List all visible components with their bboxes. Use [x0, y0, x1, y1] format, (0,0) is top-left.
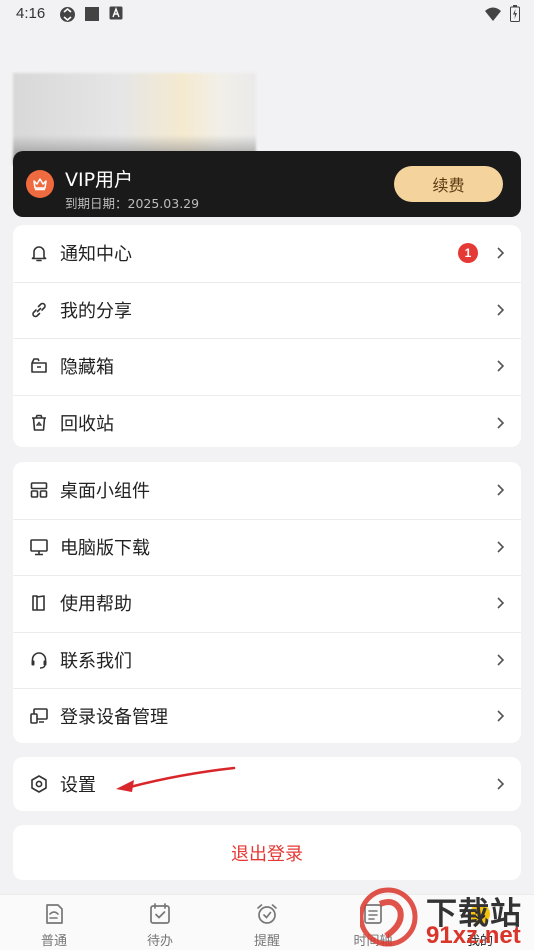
- link-icon: [32, 302, 46, 318]
- todo-icon: [150, 903, 170, 924]
- notification-count-badge: 1: [458, 243, 478, 264]
- tab-reminder[interactable]: 提醒: [237, 901, 297, 949]
- menu-item-help[interactable]: 使用帮助: [13, 575, 521, 632]
- annotation-arrow-icon: [116, 766, 236, 792]
- vip-card: VIP用户 到期日期：2025.03.29 续费: [13, 151, 521, 217]
- watermark: 下载站 91xz.net: [360, 884, 532, 950]
- hidden-box-icon: [31, 358, 47, 374]
- keyboard-a-icon: [109, 6, 123, 20]
- bell-icon: [31, 246, 47, 262]
- settings-icon: [31, 775, 47, 793]
- menu-item-my-shares[interactable]: 我的分享: [13, 281, 521, 339]
- tab-label: 提醒: [253, 934, 280, 949]
- chevron-right-icon: [497, 597, 505, 609]
- chevron-right-icon: [497, 417, 505, 429]
- tab-label: 待办: [146, 934, 173, 949]
- crown-icon: [26, 170, 54, 198]
- chevron-right-icon: [497, 541, 505, 553]
- widget-icon: [30, 482, 48, 499]
- menu-item-label: 桌面小组件: [60, 481, 150, 503]
- sync-icon: [60, 7, 75, 22]
- menu-item-notification-center[interactable]: 通知中心 1: [13, 225, 521, 282]
- logout-button[interactable]: 退出登录: [13, 825, 521, 880]
- logout-label: 退出登录: [231, 843, 303, 865]
- tab-label: 普通: [40, 934, 67, 949]
- menu-item-settings[interactable]: 设置: [13, 757, 521, 811]
- vip-expiry-date: 到期日期：2025.03.29: [65, 196, 200, 211]
- menu-item-label: 登录设备管理: [60, 707, 168, 729]
- renew-button[interactable]: 续费: [394, 166, 503, 202]
- alarm-icon: [257, 904, 277, 924]
- chevron-right-icon: [497, 484, 505, 496]
- status-bar: 4:16: [0, 0, 534, 30]
- note-icon: [46, 904, 63, 924]
- menu-item-label: 隐藏箱: [60, 357, 114, 379]
- menu-item-device-management[interactable]: 登录设备管理: [13, 688, 521, 743]
- menu-item-label: 回收站: [60, 413, 114, 435]
- menu-item-pc-download[interactable]: 电脑版下载: [13, 518, 521, 576]
- headset-icon: [31, 651, 47, 669]
- menu-item-label: 电脑版下载: [60, 537, 150, 559]
- tab-todo[interactable]: 待办: [130, 901, 190, 949]
- menu-item-label: 设置: [60, 775, 96, 796]
- chevron-right-icon: [497, 304, 505, 316]
- vip-title: VIP用户: [65, 169, 134, 191]
- book-icon: [32, 595, 45, 612]
- chevron-right-icon: [497, 360, 505, 372]
- wifi-icon: [485, 7, 501, 21]
- menu-item-contact-us[interactable]: 联系我们: [13, 631, 521, 689]
- monitor-icon: [30, 538, 48, 556]
- battery-icon: [510, 5, 520, 22]
- watermark-url: 91xz.net: [426, 922, 521, 949]
- menu-group-app: 桌面小组件 电脑版下载 使用帮助 联系我们 登录设备管理: [13, 462, 521, 743]
- chevron-right-icon: [497, 778, 505, 790]
- menu-item-hidden-box[interactable]: 隐藏箱: [13, 338, 521, 395]
- status-time: 4:16: [16, 5, 46, 22]
- menu-group-settings: 设置: [13, 757, 521, 811]
- menu-item-label: 我的分享: [60, 300, 132, 322]
- recycle-bin-icon: [32, 414, 46, 431]
- menu-item-label: 通知中心: [60, 244, 132, 266]
- chevron-right-icon: [497, 654, 505, 666]
- menu-item-desktop-widget[interactable]: 桌面小组件: [13, 462, 521, 519]
- menu-item-label: 联系我们: [60, 650, 132, 672]
- menu-item-label: 使用帮助: [60, 594, 132, 616]
- devices-icon: [30, 708, 48, 725]
- chevron-right-icon: [497, 710, 505, 722]
- tab-normal[interactable]: 普通: [24, 901, 84, 949]
- menu-item-recycle-bin[interactable]: 回收站: [13, 394, 521, 448]
- chevron-right-icon: [497, 247, 505, 259]
- square-icon: [85, 7, 99, 21]
- menu-group-account: 通知中心 1 我的分享 隐藏箱 回收站: [13, 225, 521, 447]
- watermark-logo-icon: [360, 887, 418, 947]
